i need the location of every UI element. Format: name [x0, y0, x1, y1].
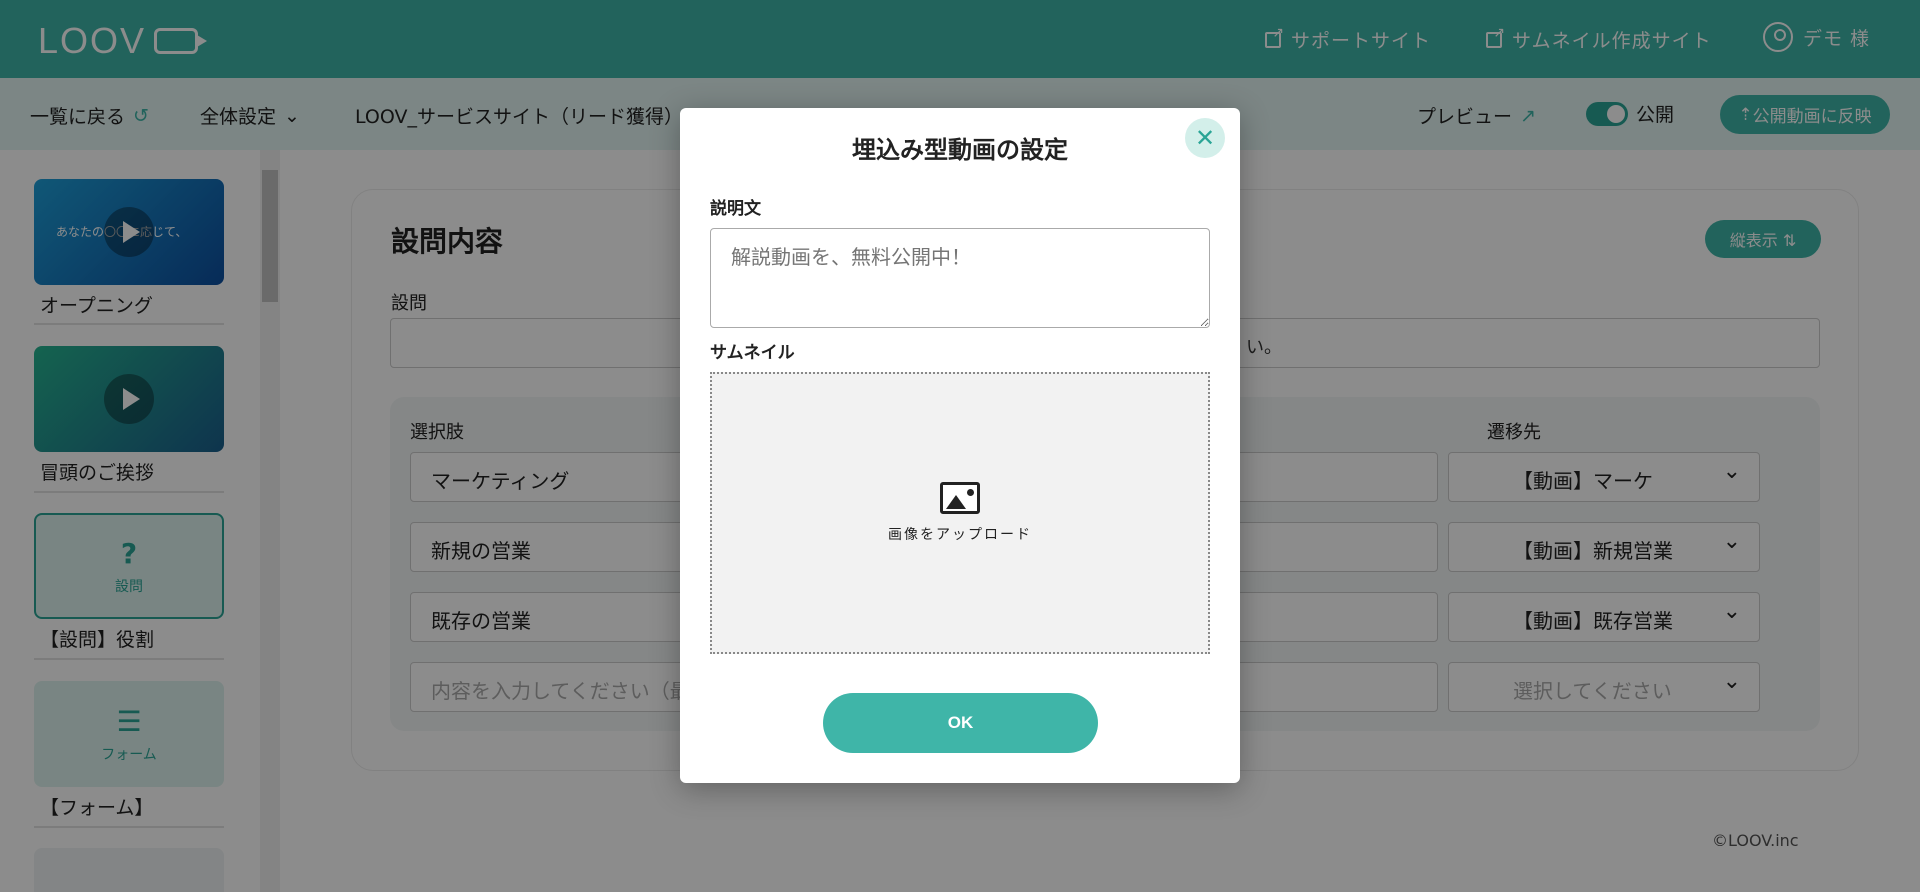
ok-button[interactable]: OK [823, 693, 1098, 753]
thumbnail-label: サムネイル [710, 343, 795, 363]
image-icon [940, 482, 980, 514]
description-textarea[interactable] [710, 228, 1210, 328]
upload-label: 画像をアップロード [888, 527, 1032, 543]
close-button[interactable]: ✕ [1185, 118, 1225, 158]
modal-title: 埋込み型動画の設定 [852, 136, 1068, 164]
embed-video-settings-modal: 埋込み型動画の設定 ✕ 説明文 サムネイル 画像をアップロード OK [680, 108, 1240, 783]
close-icon: ✕ [1194, 124, 1216, 152]
description-label: 説明文 [710, 199, 761, 219]
thumbnail-upload-dropzone[interactable]: 画像をアップロード [710, 372, 1210, 654]
